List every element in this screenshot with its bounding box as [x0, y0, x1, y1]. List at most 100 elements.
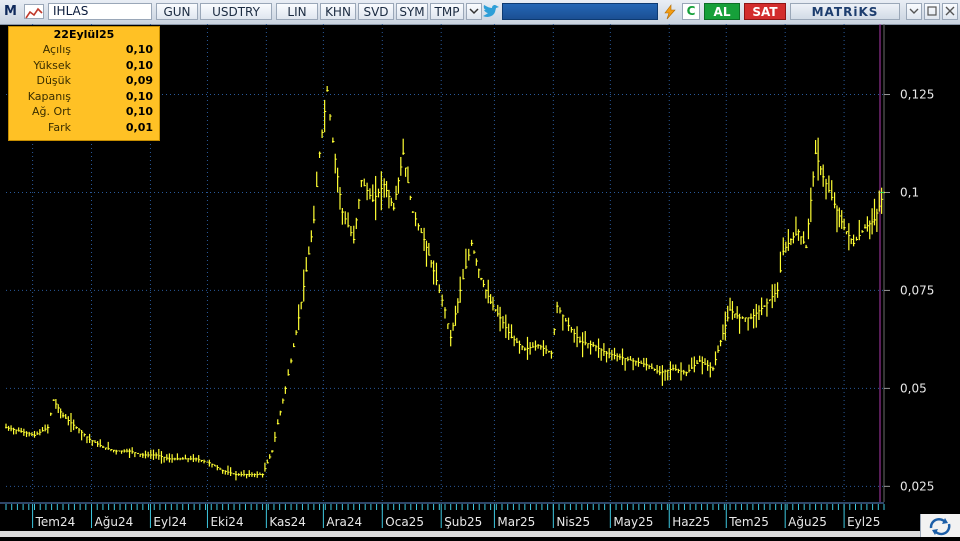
data-point: [284, 387, 287, 390]
data-point: [276, 422, 279, 425]
refresh-c-icon[interactable]: C: [682, 3, 700, 20]
data-point: [411, 211, 414, 213]
sym-button[interactable]: SYM: [396, 3, 428, 20]
sync-arrows-icon: [929, 518, 951, 536]
data-point: [290, 360, 292, 362]
brand-label: MATRiKS: [790, 3, 900, 20]
twitter-bird-icon[interactable]: [482, 4, 500, 20]
restore-window-icon[interactable]: [924, 3, 940, 20]
dropdown-chevron-icon[interactable]: [466, 3, 482, 20]
data-point: [318, 152, 321, 155]
data-point: [618, 356, 621, 358]
info-row-high: Yüksek 0,10: [33, 58, 153, 72]
data-point: [510, 336, 513, 339]
app-logo[interactable]: M: [4, 2, 17, 21]
data-point: [371, 199, 374, 202]
info-row-weighted-avg: Ağ. Ort 0,10: [32, 105, 153, 118]
data-point: [331, 140, 334, 143]
close-icon[interactable]: [942, 3, 958, 20]
x-tick-label: Ara24: [326, 515, 362, 529]
y-tick-label: 0,125: [900, 88, 934, 102]
data-point: [312, 219, 315, 221]
x-tick-label: Nis25: [556, 515, 590, 529]
data-point: [776, 289, 779, 292]
data-point: [499, 316, 502, 319]
data-point: [632, 360, 635, 362]
data-point: [489, 301, 492, 304]
khn-button[interactable]: KHN: [320, 3, 356, 20]
x-tick-label: Tem25: [728, 515, 769, 529]
data-point: [383, 183, 386, 186]
currency-button[interactable]: USDTRY: [200, 3, 272, 20]
horizontal-scrollbar[interactable]: [0, 531, 960, 537]
svd-button[interactable]: SVD: [358, 3, 394, 20]
data-point: [645, 363, 648, 366]
price-bars: [5, 85, 884, 481]
data-point: [261, 473, 264, 476]
sell-button[interactable]: SAT: [744, 3, 786, 20]
data-point: [115, 450, 118, 452]
linear-scale-button[interactable]: LIN: [276, 3, 318, 20]
data-point: [235, 473, 237, 476]
data-point: [797, 230, 800, 233]
x-tick-label: Ağu24: [95, 515, 134, 529]
y-tick-label: 0,075: [900, 283, 934, 297]
data-point: [685, 371, 688, 374]
window-menu-chevron-icon[interactable]: [906, 3, 922, 20]
ticker-bar: [502, 3, 658, 20]
x-tick-label: Tem24: [35, 515, 76, 529]
x-tick-label: Haz25: [672, 515, 710, 529]
data-point: [52, 399, 55, 402]
info-date: 22Eylül25: [53, 28, 115, 41]
data-point: [605, 352, 608, 355]
x-tick-label: Eyl24: [153, 515, 186, 529]
data-point: [567, 324, 570, 327]
scroll-sync-corner[interactable]: [920, 514, 960, 537]
data-point: [763, 305, 766, 307]
data-point: [523, 348, 526, 351]
data-point: [579, 340, 581, 343]
data-point: [444, 309, 446, 311]
chart-icon[interactable]: [24, 4, 44, 19]
data-point: [480, 277, 483, 280]
data-point: [33, 434, 36, 437]
x-tick-label: May25: [613, 515, 653, 529]
period-button[interactable]: GUN: [156, 3, 198, 20]
data-point: [719, 340, 722, 343]
data-point: [305, 269, 308, 272]
data-point: [814, 152, 817, 155]
data-point: [698, 360, 701, 362]
data-point: [248, 473, 251, 476]
data-point: [712, 367, 714, 370]
info-row-close: Kapanış 0,10: [27, 89, 153, 103]
data-point: [181, 458, 184, 460]
lightning-icon[interactable]: [662, 4, 678, 20]
data-point: [195, 458, 197, 460]
info-row-low: Düşük 0,09: [36, 74, 153, 87]
ohlc-info-box: 22Eylül25 Açılış 0,10 Yüksek 0,10 Düşük 0,0…: [8, 26, 160, 141]
info-row-change: Fark 0,01: [48, 120, 153, 134]
data-point: [449, 336, 452, 339]
data-point: [168, 458, 171, 460]
data-point: [873, 219, 876, 221]
buy-button[interactable]: AL: [704, 3, 740, 20]
y-tick-label: 0,1: [900, 185, 919, 199]
x-tick-label: Ağu25: [788, 515, 827, 529]
y-tick-label: 0,025: [900, 479, 934, 493]
data-point: [297, 316, 300, 319]
data-points: [5, 89, 885, 476]
data-point: [556, 305, 559, 307]
template-button[interactable]: TMP: [430, 3, 464, 20]
data-point: [822, 175, 825, 178]
data-point: [392, 207, 395, 210]
data-point: [729, 309, 731, 311]
x-tick-label: Mar25: [497, 515, 535, 529]
data-point: [46, 426, 49, 429]
symbol-input[interactable]: IHLAS: [48, 3, 152, 20]
data-point: [432, 269, 435, 272]
data-point: [672, 367, 674, 370]
x-tick-label: Şub25: [444, 515, 482, 529]
data-point: [271, 450, 273, 452]
data-point: [221, 469, 224, 472]
data-point: [864, 226, 866, 229]
